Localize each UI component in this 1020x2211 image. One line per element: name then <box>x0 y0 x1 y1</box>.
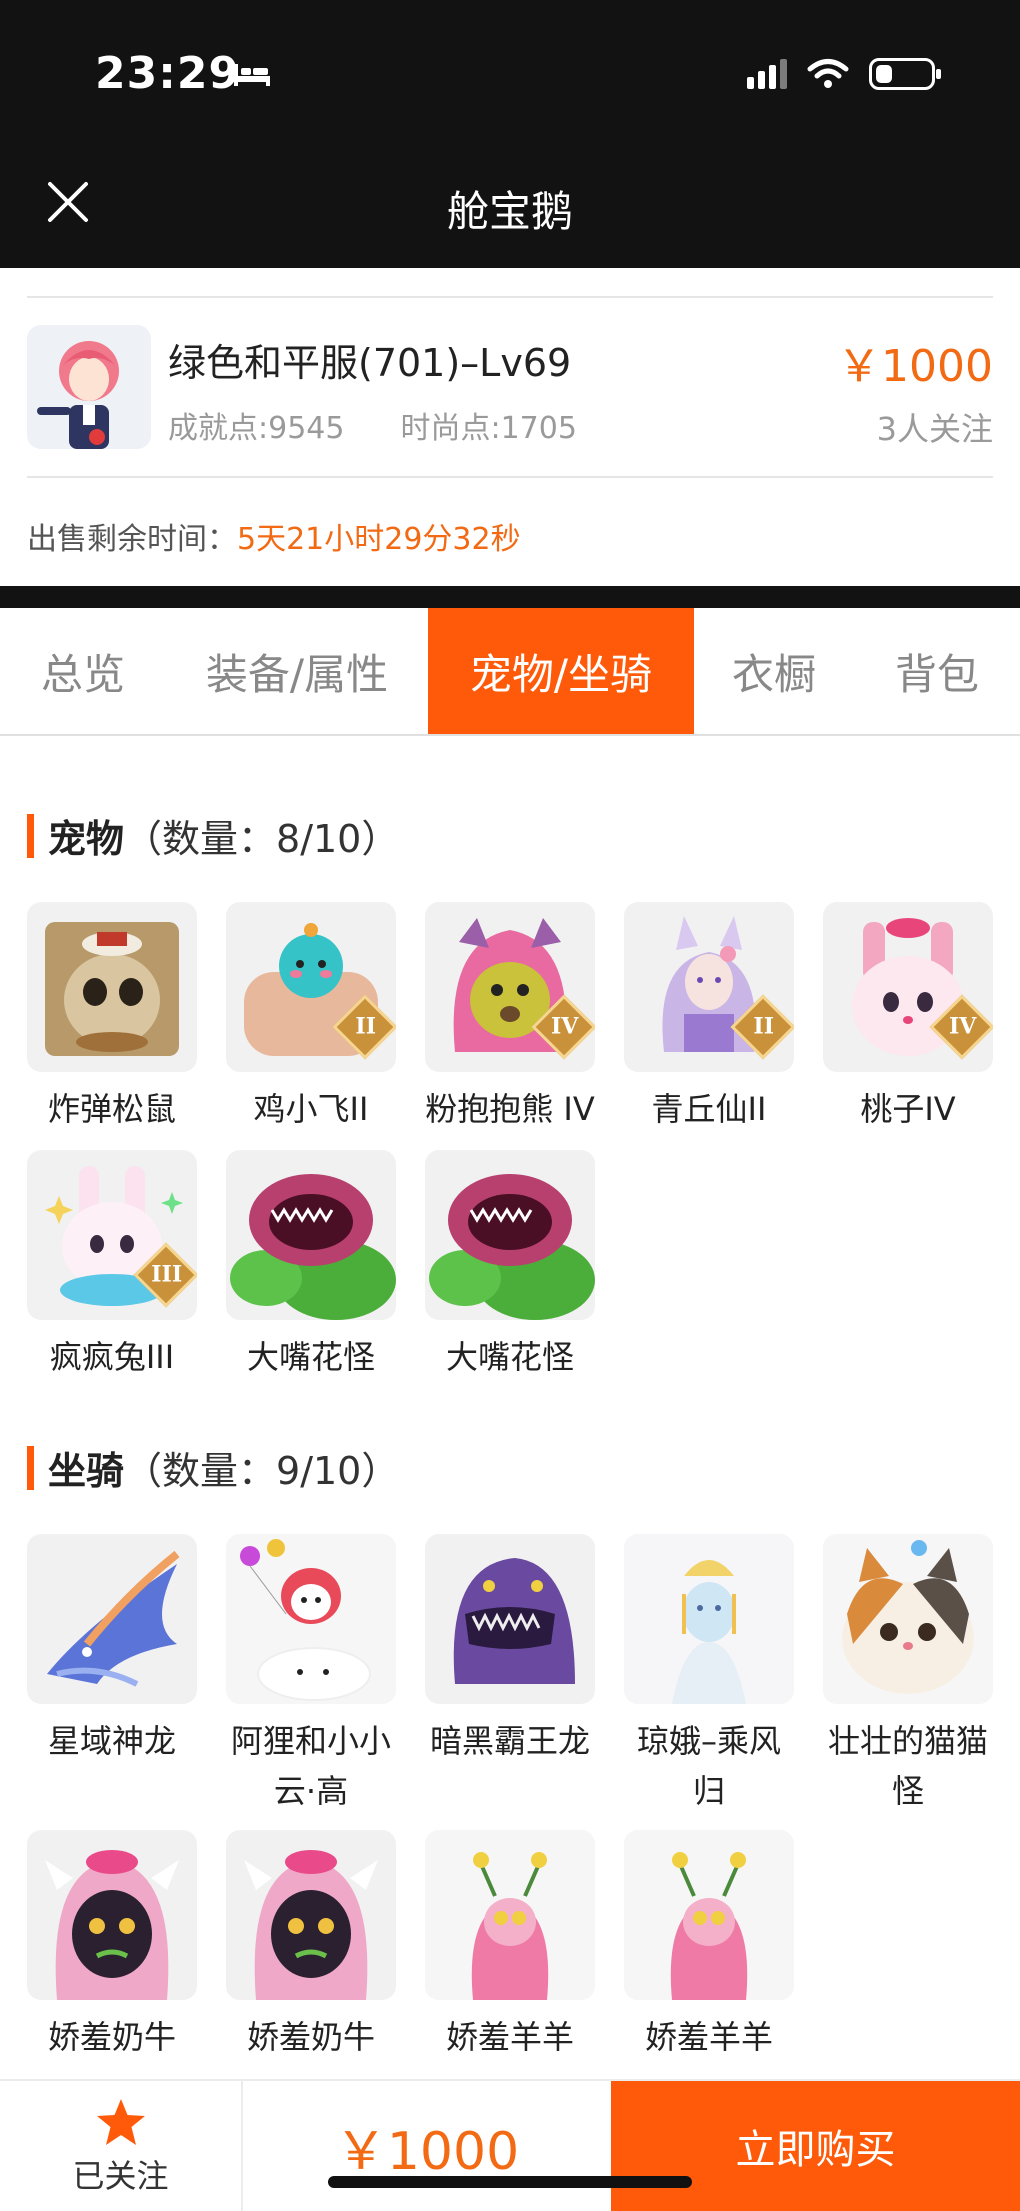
mount-item[interactable]: 壮壮的猫猫怪 <box>823 1534 993 1816</box>
star-icon <box>97 2099 145 2145</box>
achievement-points: 成就点:9545 <box>168 411 345 446</box>
pet-item[interactable]: 炸弹松鼠 <box>27 902 197 1134</box>
pet-name: 大嘴花怪 <box>246 1338 375 1376</box>
section-marker <box>27 813 34 858</box>
mounts-section-title: 坐骑 （数量：9/10） <box>27 1440 399 1495</box>
tab-wardrobe[interactable]: 衣橱 <box>694 608 854 734</box>
pet-name: 大嘴花怪 <box>445 1338 574 1376</box>
mount-item[interactable]: 暗黑霸王龙 <box>425 1534 595 1766</box>
bottom-price: ￥1000 <box>334 2121 520 2182</box>
character-stats: 成就点:9545 时尚点:1705 <box>168 403 577 447</box>
mount-name: 壮壮的猫猫怪 <box>827 1722 988 1810</box>
character-avatar <box>27 325 151 449</box>
mount-thumbnail <box>226 1830 396 2000</box>
pet-name: 桃子IV <box>860 1090 956 1128</box>
sale-remaining-time: 出售剩余时间：5天21小时29分32秒 <box>27 514 521 558</box>
mount-item[interactable]: 娇羞奶牛 <box>27 1830 197 2062</box>
mount-thumbnail <box>226 1534 396 1704</box>
pets-section-title: 宠物 （数量：8/10） <box>27 808 399 863</box>
remain-value: 5天21小时29分32秒 <box>237 522 521 557</box>
character-name: 绿色和平服(701)–Lv69 <box>168 341 572 385</box>
pets-title: 宠物 <box>48 817 125 861</box>
status-time: 23:29 <box>95 48 241 99</box>
status-bar: 23:29 <box>0 0 1020 150</box>
mount-thumbnail <box>27 1534 197 1704</box>
pet-thumbnail <box>425 1150 595 1320</box>
pet-name: 疯疯兔III <box>49 1338 175 1376</box>
mount-name: 阿狸和小小云·高 <box>230 1722 391 1810</box>
pet-thumbnail: II <box>624 902 794 1072</box>
pet-thumbnail: II <box>226 902 396 1072</box>
mounts-count: （数量：9/10） <box>124 1449 400 1493</box>
mount-name: 琼娥–乘风归 <box>636 1722 781 1810</box>
mount-thumbnail <box>425 1830 595 2000</box>
mount-thumbnail <box>624 1830 794 2000</box>
nav-bar: 舱宝鹅 <box>0 150 1020 268</box>
pet-item[interactable]: III 疯疯兔III <box>27 1150 197 1382</box>
pet-thumbnail <box>27 902 197 1072</box>
pet-name: 鸡小飞II <box>253 1090 369 1128</box>
section-marker <box>27 1445 34 1490</box>
mount-name: 娇羞羊羊 <box>445 2018 574 2056</box>
mount-item[interactable]: 琼娥–乘风归 <box>624 1534 794 1816</box>
page-title: 舱宝鹅 <box>446 187 573 236</box>
pet-thumbnail: IV <box>425 902 595 1072</box>
pets-count: （数量：8/10） <box>124 817 400 861</box>
buy-now-button[interactable]: 立即购买 <box>611 2081 1020 2211</box>
mount-item[interactable]: 星域神龙 <box>27 1534 197 1766</box>
mounts-title: 坐骑 <box>48 1449 125 1493</box>
remain-label: 出售剩余时间： <box>27 522 237 557</box>
bottom-action-bar: 已关注 ￥1000 立即购买 <box>0 2079 1020 2211</box>
mount-item[interactable]: 阿狸和小小云·高 <box>226 1534 396 1816</box>
home-indicator <box>328 2176 692 2188</box>
battery-icon <box>869 58 941 90</box>
mount-item[interactable]: 娇羞奶牛 <box>226 1830 396 2062</box>
follow-label: 已关注 <box>72 2157 169 2195</box>
tab-backpack[interactable]: 背包 <box>854 608 1020 734</box>
tab-equipment[interactable]: 装备/属性 <box>166 608 428 734</box>
pet-name: 粉抱抱熊 IV <box>425 1090 595 1128</box>
mount-item[interactable]: 娇羞羊羊 <box>624 1830 794 2062</box>
mount-item[interactable]: 娇羞羊羊 <box>425 1830 595 2062</box>
fashion-points: 时尚点:1705 <box>400 411 577 446</box>
mount-name: 娇羞奶牛 <box>246 2018 375 2056</box>
pet-thumbnail: IV <box>823 902 993 1072</box>
bed-icon <box>234 64 270 86</box>
pet-name: 青丘仙II <box>651 1090 767 1128</box>
pet-thumbnail: III <box>27 1150 197 1320</box>
mount-name: 暗黑霸王龙 <box>429 1722 590 1760</box>
pet-item[interactable]: 大嘴花怪 <box>226 1150 396 1382</box>
mount-name: 星域神龙 <box>47 1722 176 1760</box>
mount-thumbnail <box>624 1534 794 1704</box>
mount-thumbnail <box>823 1534 993 1704</box>
tab-pets-mounts[interactable]: 宠物/坐骑 <box>428 608 694 734</box>
divider <box>27 296 993 298</box>
listing-info: 绿色和平服(701)–Lv69 成就点:9545 时尚点:1705 ￥1000 … <box>0 268 1020 586</box>
pet-item[interactable]: IV 桃子IV <box>823 902 993 1134</box>
tab-bar: 总览 装备/属性 宠物/坐骑 衣橱 背包 <box>0 608 1020 736</box>
pet-item[interactable]: II 青丘仙II <box>624 902 794 1134</box>
section-separator <box>0 586 1020 608</box>
wifi-icon <box>807 59 849 88</box>
tab-overview[interactable]: 总览 <box>0 608 166 734</box>
mount-thumbnail <box>425 1534 595 1704</box>
pet-item[interactable]: II 鸡小飞II <box>226 902 396 1134</box>
listing-price: ￥1000 <box>837 341 993 392</box>
divider <box>27 476 993 478</box>
mount-name: 娇羞羊羊 <box>644 2018 773 2056</box>
follower-count: 3人关注 <box>876 410 993 448</box>
pet-name: 炸弹松鼠 <box>47 1090 176 1128</box>
pet-item[interactable]: 大嘴花怪 <box>425 1150 595 1382</box>
mount-thumbnail <box>27 1830 197 2000</box>
pet-item[interactable]: IV 粉抱抱熊 IV <box>425 902 595 1134</box>
pet-thumbnail <box>226 1150 396 1320</box>
mount-name: 娇羞奶牛 <box>47 2018 176 2056</box>
signal-icon <box>747 59 787 89</box>
follow-button[interactable]: 已关注 <box>0 2081 243 2211</box>
